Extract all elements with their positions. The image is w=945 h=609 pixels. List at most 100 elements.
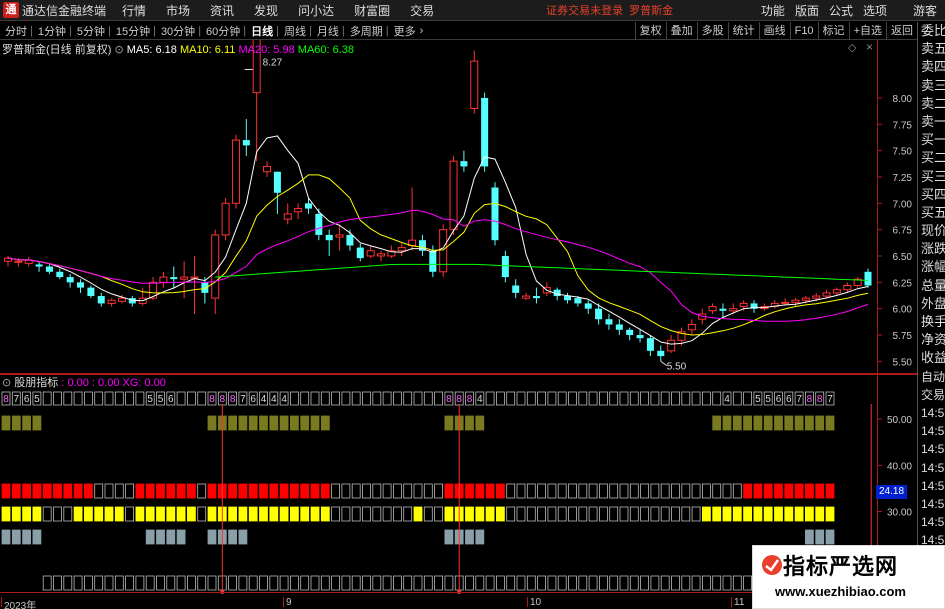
guest-label[interactable]: 游客 (913, 2, 937, 19)
candle[interactable] (221, 198, 230, 241)
toolbar-button[interactable]: +自选 (848, 21, 886, 40)
chevron-right-icon[interactable]: › (420, 25, 424, 37)
side-panel-item[interactable]: 自动 (918, 368, 945, 386)
side-panel-item[interactable]: 买四 (918, 186, 945, 204)
settings-icon[interactable]: ⊙ (114, 44, 126, 56)
side-panel-item[interactable]: 卖二 (918, 95, 945, 113)
menu-item[interactable]: 问小达 (298, 2, 334, 19)
menu-item[interactable]: 行情 (122, 2, 146, 19)
toolbar-button[interactable]: 复权 (634, 21, 666, 40)
toolbar-button[interactable]: 画线 (758, 21, 790, 40)
side-panel-item[interactable]: 14:56 (918, 513, 945, 531)
side-panel-item[interactable]: 14:56 (918, 477, 945, 495)
period-tab[interactable]: 日线 (251, 23, 273, 39)
candle[interactable] (491, 182, 499, 246)
signal-cell-yellow (145, 506, 155, 522)
signal-cell-yellow (238, 506, 248, 522)
menu-item[interactable]: 资讯 (210, 2, 234, 19)
signal-cell-steel (444, 529, 454, 545)
signal-cell-red (743, 483, 752, 499)
period-tab[interactable]: 多周期 (350, 23, 383, 39)
toolbar-button[interactable]: 统计 (727, 21, 759, 40)
side-panel-item[interactable]: 净资 (918, 331, 945, 349)
side-panel-item[interactable]: 换手 (918, 313, 945, 331)
candle[interactable] (481, 92, 489, 172)
side-panel-item[interactable]: 卖一 (918, 113, 945, 131)
period-tab[interactable]: 15分钟 (116, 23, 150, 39)
signal-cell-yellow (94, 506, 104, 522)
side-panel-item[interactable]: 买三 (918, 168, 945, 186)
y-tick-label: 6.25 (893, 278, 913, 289)
menu-item[interactable]: 市场 (166, 2, 190, 19)
period-tab[interactable]: 30分钟 (161, 23, 195, 39)
toolbar-button[interactable]: 返回 (886, 21, 917, 40)
candle[interactable] (449, 155, 458, 235)
signal-cell-olive (228, 415, 238, 431)
period-tab[interactable]: 1分钟 (38, 23, 66, 39)
side-panel-item[interactable]: 现价 (918, 222, 945, 240)
menu-item[interactable]: 发现 (254, 2, 278, 19)
signal-cell-yellow (22, 506, 32, 522)
signal-cell-steel (228, 529, 238, 545)
svg-text:6: 6 (786, 394, 792, 405)
signal-cell-yellow (84, 506, 93, 522)
signal-cell-yellow (320, 506, 330, 522)
period-tab[interactable]: 60分钟 (206, 23, 240, 39)
side-panel-item[interactable]: 卖三 (918, 77, 945, 95)
signal-cell-red (825, 483, 835, 499)
side-panel-item[interactable]: 收益 (918, 349, 945, 367)
right-menu-item[interactable]: 选项 (863, 2, 887, 19)
candlestick-chart[interactable]: 5.50 5.75 6.00 6.25 6.50 6.75 7.00 7.25 7.50 7.75… (0, 40, 917, 374)
x-axis-tick (731, 597, 732, 607)
period-tab[interactable]: 更多 (394, 23, 416, 39)
toolbar-button[interactable]: 标记 (817, 21, 849, 40)
toolbar-button[interactable]: 多股 (696, 21, 728, 40)
side-panel-item[interactable]: 总量 (918, 277, 945, 295)
signal-cell-yellow (259, 506, 268, 522)
signal-cell-yellow (166, 506, 176, 522)
right-menu-item[interactable]: 版面 (795, 2, 819, 19)
side-panel-item[interactable]: 涨幅 (918, 258, 945, 276)
side-panel-item[interactable]: 卖五 (918, 40, 945, 58)
period-tab[interactable]: 5分钟 (77, 23, 105, 39)
y-tick-label: 40.00 (887, 461, 912, 472)
menu-item[interactable]: 交易 (410, 2, 434, 19)
signal-cell-yellow (732, 506, 742, 522)
side-panel-item[interactable]: 14:56 (918, 422, 945, 440)
signal-cell-yellow (825, 506, 835, 522)
settings-icon[interactable]: ⊙ (2, 377, 14, 389)
period-tab[interactable]: 分时 (5, 23, 27, 39)
side-panel-item[interactable]: 涨跌 (918, 240, 945, 258)
side-panel-item[interactable]: 委比 (918, 22, 945, 40)
toolbar-button[interactable]: F10 (789, 21, 818, 40)
menu-item[interactable]: 财富圈 (354, 2, 390, 19)
watermark-url: www.xuezhibiao.com (775, 584, 906, 599)
period-tab[interactable]: 周线 (284, 23, 306, 39)
side-panel-item[interactable]: 14:56 (918, 404, 945, 422)
y-tick-label: 8.00 (893, 94, 913, 105)
side-panel-item[interactable]: 14:56 (918, 459, 945, 477)
toolbar-button[interactable]: 叠加 (665, 21, 697, 40)
side-panel-item[interactable]: 买二 (918, 149, 945, 167)
y-tick-label: 7.75 (893, 120, 913, 131)
signal-cell-olive (320, 415, 330, 431)
top-stock-name[interactable]: 罗普斯金 (629, 2, 673, 18)
candle[interactable] (439, 224, 448, 278)
right-menu-item[interactable]: 功能 (761, 2, 785, 19)
signal-cell-steel (825, 529, 835, 545)
close-chart-icon[interactable]: × (866, 40, 873, 54)
side-panel-item[interactable]: 14:56 (918, 495, 945, 513)
expand-chart-icon[interactable]: ◇ (848, 41, 856, 54)
side-panel-item[interactable]: 外盘 (918, 295, 945, 313)
side-panel-item[interactable]: 14:56 (918, 440, 945, 458)
login-warning[interactable]: 证券交易未登录 (546, 2, 623, 18)
x-axis-tick (527, 597, 528, 607)
period-tab[interactable]: 月线 (317, 23, 339, 39)
side-panel-item[interactable]: 卖四 (918, 58, 945, 76)
side-panel-item[interactable]: 交易 (918, 386, 945, 404)
side-panel-item[interactable]: 买五 (918, 204, 945, 222)
side-panel-item[interactable]: 买一 (918, 131, 945, 149)
right-menu-item[interactable]: 公式 (829, 2, 853, 19)
svg-text:7: 7 (14, 394, 20, 405)
candle[interactable] (231, 134, 240, 209)
